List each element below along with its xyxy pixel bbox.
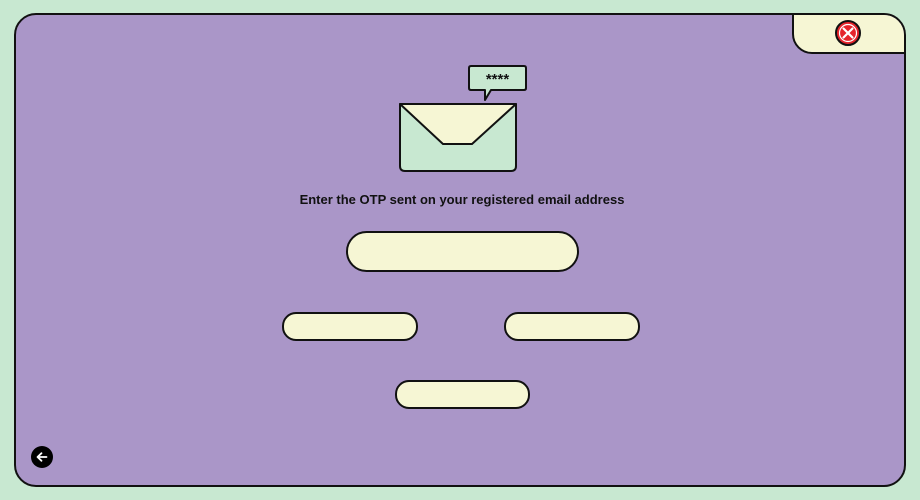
- close-icon[interactable]: [834, 19, 862, 47]
- otp-instruction-text: Enter the OTP sent on your registered em…: [299, 192, 625, 207]
- speech-bubble: ****: [468, 65, 527, 101]
- back-button[interactable]: [31, 446, 53, 468]
- back-arrow-icon[interactable]: [31, 446, 53, 468]
- right-action-button[interactable]: [504, 312, 640, 341]
- bottom-action-button[interactable]: [395, 380, 530, 409]
- close-button[interactable]: [792, 15, 904, 54]
- otp-input[interactable]: [346, 231, 579, 272]
- otp-dialog: **** Enter the OTP sent on your register…: [14, 13, 906, 487]
- left-action-button[interactable]: [282, 312, 418, 341]
- masked-otp-text: ****: [486, 71, 510, 88]
- envelope-icon: ****: [399, 65, 527, 172]
